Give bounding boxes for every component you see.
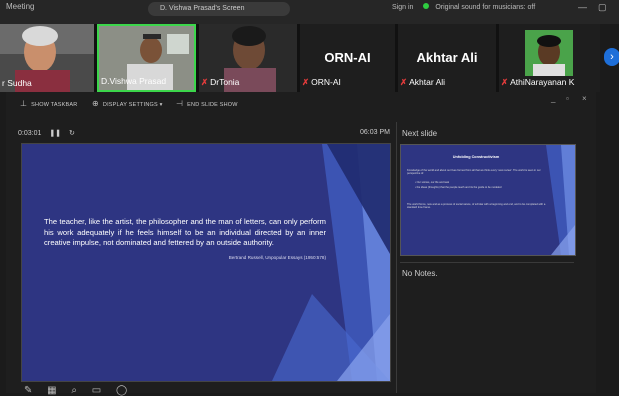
next-slide-text: Knowledge of the world and about our liv… — [407, 169, 541, 176]
participant-tile[interactable]: ORN-AI ✗ ORN-AI — [300, 24, 395, 92]
participant-name: ✗ DrTonia — [201, 77, 240, 87]
end-slide-show-button[interactable]: ⊣ END SLIDE SHOW — [176, 99, 238, 108]
taskbar-icon: ⊥ — [20, 99, 28, 108]
next-slide-bullet: • Our stories, our life and task — [415, 181, 450, 184]
search-icon[interactable]: ⌕ — [71, 385, 77, 396]
next-slide-preview[interactable]: Unfolding Constructivism Knowledge of th… — [400, 144, 576, 256]
slide-quote: The teacher, like the artist, the philos… — [44, 217, 326, 247]
participant-display-name: Akhtar Ali — [416, 50, 478, 65]
participant-tile-active[interactable]: D.Vishwa Prasad — [97, 24, 196, 92]
subtitles-icon[interactable]: ◯ — [116, 385, 127, 396]
speaker-notes[interactable]: No Notes. — [402, 269, 438, 278]
participant-tile[interactable]: Akhtar Ali ✗ Akhtar Ali — [398, 24, 496, 92]
muted-mic-icon: ✗ — [400, 77, 408, 87]
show-taskbar-button[interactable]: ⊥ SHOW TASKBAR — [20, 99, 77, 108]
slide-tools: ✎ ▦ ⌕ ▭ ◯ — [24, 385, 139, 396]
next-slide-label: Next slide — [402, 129, 438, 138]
participant-name: ✗ ORN-AI — [302, 77, 341, 87]
current-slide[interactable]: The teacher, like the artist, the philos… — [21, 143, 391, 382]
muted-mic-icon: ✗ — [201, 77, 209, 87]
minimize-icon[interactable]: — — [578, 2, 587, 12]
pen-icon[interactable]: ✎ — [24, 385, 32, 396]
current-time: 06:03 PM — [360, 129, 390, 136]
pane-divider[interactable] — [396, 122, 397, 393]
muted-mic-icon: ✗ — [302, 77, 310, 87]
end-show-icon: ⊣ — [176, 99, 184, 108]
status-dot-icon — [423, 3, 430, 9]
top-status: Sign in Original sound for musicians: of… — [392, 3, 535, 11]
display-settings-button[interactable]: ⊕ DISPLAY SETTINGS ▾ — [92, 99, 163, 108]
participant-display-name: ORN-AI — [324, 50, 371, 65]
pause-icon[interactable]: ❚❚ — [49, 130, 61, 137]
original-sound-status[interactable]: Original sound for musicians: off — [435, 4, 535, 11]
window-maximize-button[interactable]: ▫ — [566, 94, 569, 103]
slide-background-shapes — [546, 145, 575, 255]
participant-name: ✗ AthiNarayanan K — [501, 77, 575, 87]
eraser-icon[interactable]: ▦ — [47, 385, 56, 396]
participant-name: ✗ Akhtar Ali — [400, 77, 446, 87]
slide-attribution: Bertrand Russell, Unpopular Essays (1950… — [228, 255, 326, 260]
window-minimize-button[interactable]: _ — [551, 94, 555, 103]
presenter-toolbar: ⊥ SHOW TASKBAR ⊕ DISPLAY SETTINGS ▾ ⊣ END S… — [6, 92, 596, 116]
window-close-button[interactable]: × — [582, 94, 587, 103]
participant-tile[interactable]: r Sudha — [0, 24, 94, 92]
next-slide-text: The world forms, new and as a process of… — [407, 203, 546, 210]
participant-tile[interactable]: ✗ AthiNarayanan K — [499, 24, 600, 92]
slide-background-shapes — [272, 144, 390, 381]
presenter-view-window: ⊥ SHOW TASKBAR ⊕ DISPLAY SETTINGS ▾ ⊣ END S… — [6, 92, 596, 396]
muted-mic-icon: ✗ — [501, 77, 509, 87]
participant-name: D.Vishwa Prasad — [101, 76, 167, 86]
screen-share-label: D. Vishwa Prasad's Screen — [160, 5, 245, 12]
notes-divider — [400, 262, 574, 263]
screen-share-pill[interactable]: D. Vishwa Prasad's Screen — [148, 2, 290, 16]
sign-in-link[interactable]: Sign in — [392, 4, 413, 11]
next-slide-title: Unfolding Constructivism — [452, 155, 500, 159]
slide-timer: 0:03:01 ❚❚ ↻ — [18, 130, 75, 137]
meeting-label: Meeting — [6, 2, 35, 11]
participant-tile[interactable]: ✗ DrTonia — [199, 24, 297, 92]
display-icon: ⊕ — [92, 99, 99, 108]
participant-gallery: r Sudha D.Vishwa Prasad ✗ DrTonia ORN-AI … — [0, 24, 600, 92]
participant-name: r Sudha — [2, 78, 32, 88]
chevron-right-icon[interactable]: › — [604, 48, 619, 66]
screen-icon[interactable]: ▭ — [92, 385, 101, 396]
meeting-title-bar: Meeting D. Vishwa Prasad's Screen Sign i… — [0, 0, 619, 24]
reset-icon[interactable]: ↻ — [69, 130, 75, 137]
maximize-icon[interactable]: ▢ — [598, 2, 607, 13]
next-slide-bullet: • the ideas (thoughts) that the people t… — [415, 186, 502, 189]
